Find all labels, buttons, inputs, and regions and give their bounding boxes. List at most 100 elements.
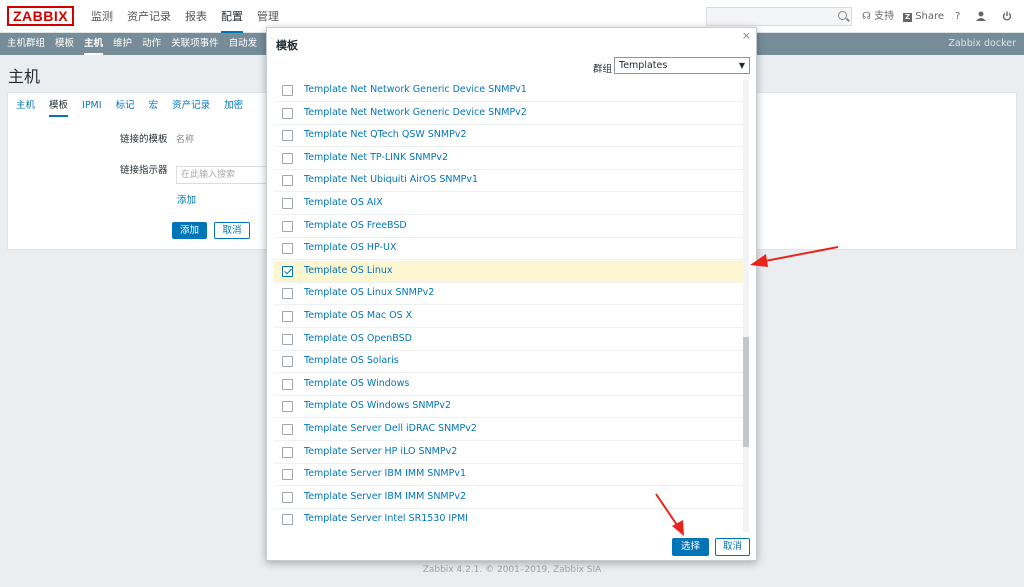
checkbox[interactable] (282, 198, 293, 209)
checkbox[interactable] (282, 378, 293, 390)
cancel-button[interactable]: 取消 (214, 222, 250, 239)
zabbix-logo[interactable]: ZABBIX (7, 6, 75, 26)
template-link[interactable]: Template Net TP-LINK SNMPv2 (304, 152, 448, 163)
main-menu-configuration[interactable]: 配置 (221, 0, 243, 33)
checkbox[interactable] (282, 424, 293, 435)
template-link[interactable]: Template OS Mac OS X (304, 310, 412, 321)
list-item[interactable]: Template OS Windows (274, 374, 744, 396)
share-link[interactable]: Z Share (903, 0, 944, 33)
template-link[interactable]: Template OS FreeBSD (304, 220, 407, 231)
host-tabs: 主机 模板 IPMI 标记 宏 资产记录 加密 (16, 97, 257, 117)
main-menu-reports[interactable]: 报表 (185, 0, 207, 33)
template-link[interactable]: Template OS HP-UX (304, 242, 396, 253)
tab-macros[interactable]: 宏 (149, 97, 159, 117)
list-item[interactable]: Template OS FreeBSD (274, 216, 744, 238)
template-link[interactable]: Template OS Solaris (304, 355, 399, 366)
list-item[interactable]: Template Net Network Generic Device SNMP… (274, 80, 744, 102)
main-menu-inventory[interactable]: 资产记录 (127, 0, 171, 33)
template-link[interactable]: Template Net Network Generic Device SNMP… (304, 107, 527, 118)
template-link[interactable]: Template OS Windows (304, 378, 409, 389)
template-link[interactable]: Template Net QTech QSW SNMPv2 (304, 129, 467, 140)
list-item[interactable]: Template Net Network Generic Device SNMP… (274, 103, 744, 125)
global-search-input[interactable] (706, 7, 852, 26)
sign-out-icon[interactable] (1002, 0, 1012, 33)
sub-menu-discovery[interactable]: 自动发 (229, 33, 258, 55)
checkbox[interactable] (282, 130, 293, 142)
linked-templates-name-header: 名称 (176, 135, 195, 145)
template-link[interactable]: Template Server IBM IMM SNMPv1 (304, 468, 466, 479)
list-item[interactable]: Template Server Intel SR1530 IPMI (274, 509, 744, 530)
sub-menu-actions[interactable]: 动作 (142, 33, 161, 55)
list-item[interactable]: Template OS AIX (274, 193, 744, 215)
list-item[interactable]: Template OS Solaris (274, 351, 744, 374)
modal-cancel-button[interactable]: 取消 (715, 538, 750, 556)
page-title: 主机 (8, 67, 41, 86)
template-search-input[interactable]: 在此输入搜索 (176, 166, 268, 184)
tab-ipmi[interactable]: IPMI (82, 97, 102, 117)
tab-host[interactable]: 主机 (16, 97, 35, 117)
checkbox[interactable] (282, 175, 293, 187)
checkbox[interactable] (282, 288, 293, 300)
sub-menu-hosts[interactable]: 主机 (84, 33, 104, 55)
sub-menu-maintenance[interactable]: 维护 (113, 33, 132, 55)
checkbox[interactable] (282, 311, 293, 322)
user-profile-icon[interactable] (976, 0, 986, 33)
list-scrollbar-thumb[interactable] (743, 336, 749, 447)
checkbox[interactable] (282, 220, 293, 232)
checkbox[interactable] (282, 514, 293, 526)
checkbox[interactable] (282, 491, 293, 503)
list-item[interactable]: Template Server IBM IMM SNMPv1 (274, 464, 744, 487)
select-button[interactable]: 选择 (672, 538, 709, 556)
checkbox[interactable] (282, 243, 293, 255)
search-icon[interactable] (838, 11, 847, 20)
tab-templates[interactable]: 模板 (49, 97, 69, 117)
checkbox[interactable] (282, 107, 293, 119)
support-link[interactable]: ☊ 支持 (862, 0, 894, 33)
sub-menu-host-groups[interactable]: 主机群组 (7, 33, 45, 55)
help-icon[interactable]: ? (955, 0, 960, 33)
add-button[interactable]: 添加 (172, 222, 207, 239)
template-link[interactable]: Template Server Intel SR1530 IPMI (304, 513, 468, 524)
template-link[interactable]: Template Server HP iLO SNMPv2 (304, 446, 457, 457)
tab-encryption[interactable]: 加密 (224, 97, 243, 117)
checkbox[interactable] (282, 85, 293, 96)
tab-tags[interactable]: 标记 (116, 97, 135, 117)
list-scrollbar[interactable] (743, 80, 749, 532)
template-link[interactable]: Template Net Ubiquiti AirOS SNMPv1 (304, 174, 478, 185)
list-item[interactable]: Template OS HP-UX (274, 238, 744, 261)
template-link[interactable]: Template OS Linux SNMPv2 (304, 287, 434, 298)
checkbox[interactable] (282, 152, 293, 164)
list-item[interactable]: Template Net Ubiquiti AirOS SNMPv1 (274, 170, 744, 193)
tab-inventory[interactable]: 资产记录 (172, 97, 210, 117)
template-link[interactable]: Template Server Dell iDRAC SNMPv2 (304, 423, 477, 434)
template-link[interactable]: Template OS Linux (304, 265, 393, 276)
checkbox[interactable] (282, 401, 293, 413)
template-link[interactable]: Template Net Network Generic Device SNMP… (304, 84, 527, 95)
list-item[interactable]: Template Server Dell iDRAC SNMPv2 (274, 419, 744, 441)
list-item[interactable]: Template Net QTech QSW SNMPv2 (274, 125, 744, 148)
checked-checkbox[interactable] (282, 265, 293, 277)
list-item[interactable]: Template OS OpenBSD (274, 329, 744, 351)
main-menu-monitoring[interactable]: 监测 (91, 0, 113, 33)
template-link[interactable]: Template OS OpenBSD (304, 333, 412, 344)
list-item[interactable]: Template Server HP iLO SNMPv2 (274, 442, 744, 464)
group-select[interactable]: Templates ▼ (614, 57, 750, 74)
checkbox[interactable] (282, 333, 293, 345)
checkbox[interactable] (282, 469, 293, 481)
list-item[interactable]: Template Server IBM IMM SNMPv2 (274, 487, 744, 509)
close-icon[interactable]: × (742, 29, 751, 42)
checkbox[interactable] (282, 356, 293, 368)
add-template-link[interactable]: 添加 (177, 192, 196, 206)
sub-menu-event-correlation[interactable]: 关联项事件 (171, 33, 219, 55)
sub-menu-templates[interactable]: 模板 (55, 33, 74, 55)
checkbox[interactable] (282, 446, 293, 458)
list-item[interactable]: Template OS Mac OS X (274, 306, 744, 328)
list-item[interactable]: Template OS Windows SNMPv2 (274, 396, 744, 419)
arrow-pointing-to-template-os-linux (750, 246, 839, 267)
template-link[interactable]: Template OS Windows SNMPv2 (304, 400, 451, 411)
list-item[interactable]: Template Net TP-LINK SNMPv2 (274, 148, 744, 170)
template-link[interactable]: Template OS AIX (304, 197, 383, 208)
template-link[interactable]: Template Server IBM IMM SNMPv2 (304, 491, 466, 502)
list-item[interactable]: Template OS Linux (274, 260, 744, 283)
list-item[interactable]: Template OS Linux SNMPv2 (274, 283, 744, 306)
